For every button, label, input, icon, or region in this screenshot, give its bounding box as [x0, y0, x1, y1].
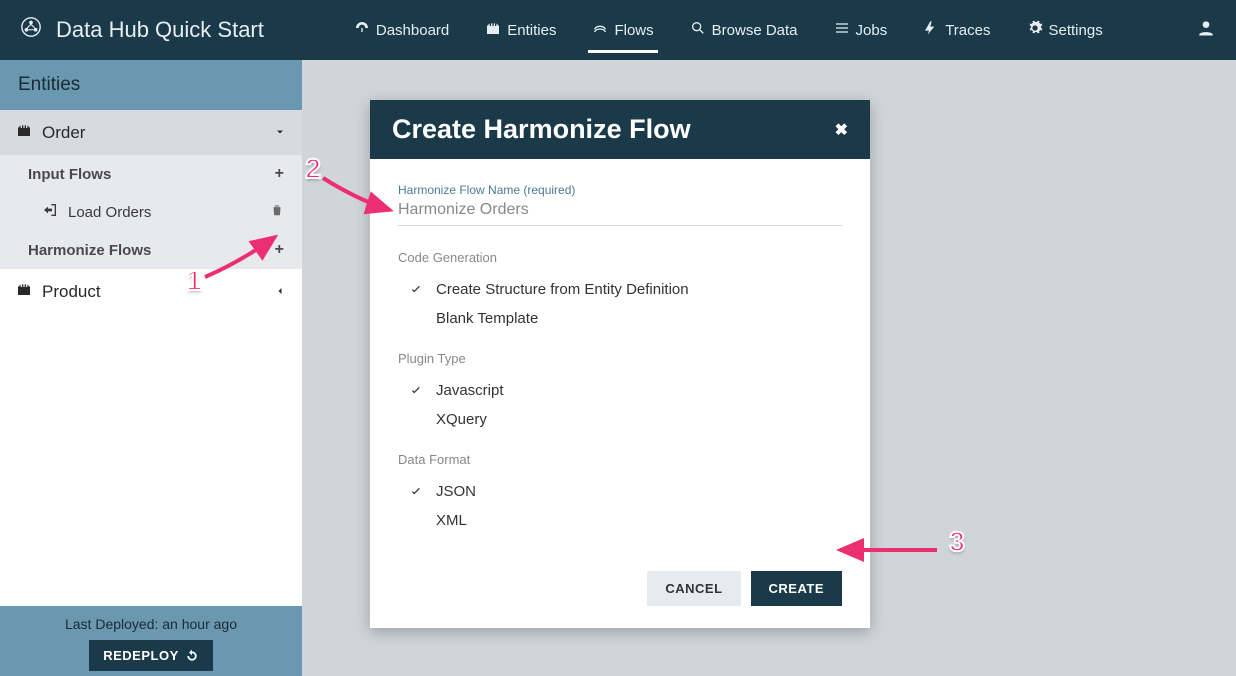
close-icon[interactable]: ✖ — [835, 120, 848, 140]
nav-settings[interactable]: Settings — [1027, 0, 1103, 60]
flow-name-label: Harmonize Flow Name (required) — [398, 183, 842, 197]
nav-label: Settings — [1049, 22, 1103, 39]
top-nav: Data Hub Quick Start Dashboard Entities … — [0, 0, 1236, 60]
last-deployed-text: Last Deployed: an hour ago — [0, 616, 302, 632]
nav-traces[interactable]: Traces — [923, 0, 990, 60]
flow-item-label: Load Orders — [68, 204, 151, 221]
option-json[interactable]: JSON — [398, 477, 842, 506]
entity-label: Order — [42, 123, 85, 143]
flow-name-input[interactable] — [398, 197, 842, 226]
import-icon — [42, 202, 58, 222]
add-input-flow-button[interactable]: + — [275, 165, 284, 183]
nav-flows[interactable]: Flows — [592, 0, 653, 60]
nav-label: Flows — [614, 22, 653, 39]
nav-label: Browse Data — [712, 22, 798, 39]
sidebar-header: Entities — [0, 60, 302, 110]
chevron-left-icon — [274, 282, 286, 302]
traces-icon — [923, 20, 939, 40]
sidebar: Entities Order Input Flows + Load Orders — [0, 60, 302, 676]
flow-section: Input Flows + Load Orders Harmonize Flow… — [0, 155, 302, 269]
check-icon — [408, 485, 424, 499]
entity-product[interactable]: Product — [0, 269, 302, 314]
nav-label: Traces — [945, 22, 990, 39]
logo-icon — [20, 16, 42, 44]
modal-header: Create Harmonize Flow ✖ — [370, 100, 870, 159]
nav-dashboard[interactable]: Dashboard — [354, 0, 449, 60]
option-label: Blank Template — [436, 310, 538, 327]
nav-entities[interactable]: Entities — [485, 0, 556, 60]
annotation-1: 1 — [177, 262, 211, 300]
harmonize-flows-label: Harmonize Flows — [28, 242, 151, 259]
input-flows-label: Input Flows — [28, 166, 111, 183]
brand: Data Hub Quick Start — [20, 16, 264, 44]
code-generation-label: Code Generation — [398, 250, 842, 265]
factory-icon — [16, 281, 32, 302]
option-label: XML — [436, 512, 467, 529]
nav-label: Jobs — [856, 22, 888, 39]
flow-item-load-orders[interactable]: Load Orders — [0, 193, 302, 231]
nav-items: Dashboard Entities Flows Browse Data Job… — [354, 0, 1180, 60]
plugin-type-label: Plugin Type — [398, 351, 842, 366]
jobs-icon — [834, 20, 850, 40]
user-menu[interactable] — [1196, 18, 1216, 43]
factory-icon — [16, 122, 32, 143]
option-create-structure[interactable]: Create Structure from Entity Definition — [398, 275, 842, 304]
check-icon — [408, 384, 424, 398]
entity-order[interactable]: Order — [0, 110, 302, 155]
harmonize-flows-header: Harmonize Flows + — [0, 231, 302, 269]
modal-body: Harmonize Flow Name (required) Code Gene… — [370, 159, 870, 571]
data-format-label: Data Format — [398, 452, 842, 467]
sidebar-footer: Last Deployed: an hour ago REDEPLOY — [0, 606, 302, 676]
delete-flow-button[interactable] — [270, 203, 284, 221]
option-blank-template[interactable]: Blank Template — [398, 304, 842, 333]
redeploy-label: REDEPLOY — [103, 648, 179, 663]
create-button[interactable]: CREATE — [751, 571, 842, 606]
data-format-group: Data Format JSON XML — [398, 452, 842, 535]
check-icon — [408, 283, 424, 297]
input-flows-header: Input Flows + — [0, 155, 302, 193]
option-javascript[interactable]: Javascript — [398, 376, 842, 405]
nav-label: Entities — [507, 22, 556, 39]
option-xquery[interactable]: XQuery — [398, 405, 842, 434]
search-icon — [690, 20, 706, 40]
option-label: XQuery — [436, 411, 487, 428]
option-label: JSON — [436, 483, 476, 500]
option-label: Javascript — [436, 382, 504, 399]
create-harmonize-flow-modal: Create Harmonize Flow ✖ Harmonize Flow N… — [370, 100, 870, 628]
nav-jobs[interactable]: Jobs — [834, 0, 888, 60]
gear-icon — [1027, 20, 1043, 40]
annotation-2: 2 — [296, 150, 330, 188]
plugin-type-group: Plugin Type Javascript XQuery — [398, 351, 842, 434]
nav-browse[interactable]: Browse Data — [690, 0, 798, 60]
annotation-3: 3 — [940, 523, 974, 561]
entities-icon — [485, 20, 501, 40]
redeploy-button[interactable]: REDEPLOY — [89, 640, 213, 671]
modal-title: Create Harmonize Flow — [392, 114, 691, 145]
flows-icon — [592, 20, 608, 40]
nav-label: Dashboard — [376, 22, 449, 39]
add-harmonize-flow-button[interactable]: + — [275, 241, 284, 259]
option-xml[interactable]: XML — [398, 506, 842, 535]
dashboard-icon — [354, 20, 370, 40]
chevron-down-icon — [274, 123, 286, 143]
code-generation-group: Code Generation Create Structure from En… — [398, 250, 842, 333]
cancel-button[interactable]: CANCEL — [647, 571, 740, 606]
entity-label: Product — [42, 282, 101, 302]
modal-footer: CANCEL CREATE — [370, 571, 870, 628]
option-label: Create Structure from Entity Definition — [436, 281, 689, 298]
brand-title: Data Hub Quick Start — [56, 17, 264, 43]
